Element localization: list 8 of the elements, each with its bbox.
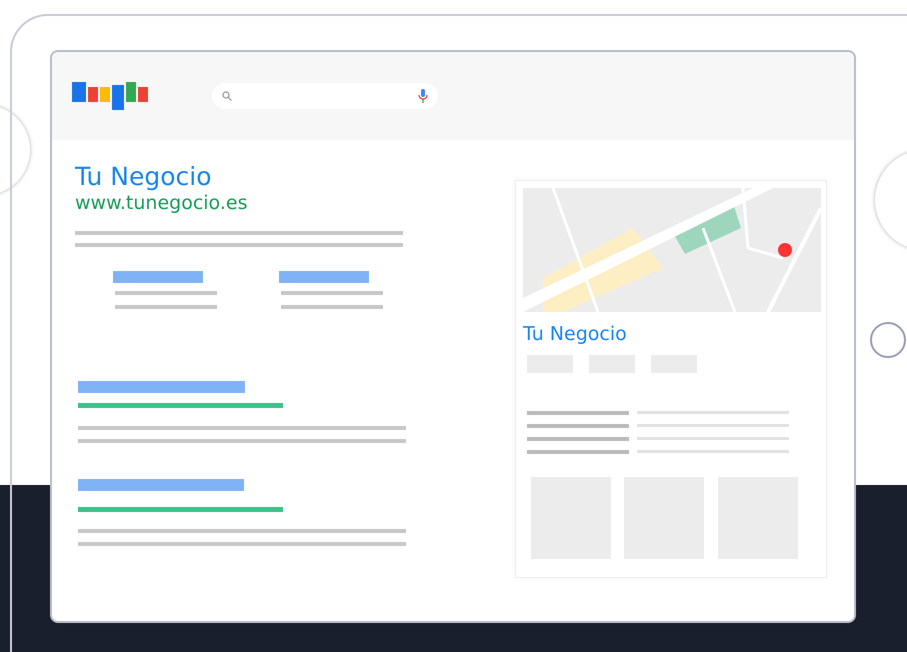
microphone-icon[interactable] xyxy=(418,89,428,103)
result-title[interactable]: Tu Negocio xyxy=(75,162,515,192)
home-button[interactable] xyxy=(870,322,906,358)
search-icon xyxy=(222,91,232,101)
business-name[interactable]: Tu Negocio xyxy=(523,320,819,348)
search-field[interactable] xyxy=(212,83,438,109)
logo-icon xyxy=(72,82,150,110)
result-url: www.tunegocio.es xyxy=(75,192,248,215)
